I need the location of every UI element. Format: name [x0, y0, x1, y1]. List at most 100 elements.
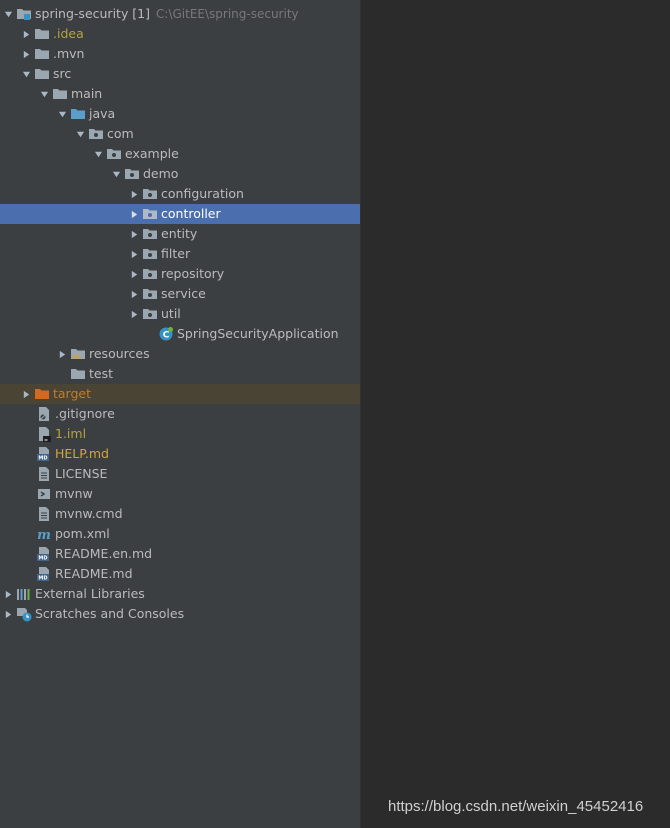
tree-row-example[interactable]: example — [0, 144, 360, 164]
chevron-right-icon[interactable] — [126, 284, 142, 304]
file-label: HELP.md — [55, 446, 109, 461]
tree-row-readme[interactable]: MD README.md — [0, 564, 360, 584]
package-icon — [106, 146, 122, 162]
chevron-right-icon[interactable] — [18, 44, 34, 64]
file-label: README.md — [55, 566, 133, 581]
tree-row-target[interactable]: target — [0, 384, 360, 404]
tree-row-help[interactable]: MD HELP.md — [0, 444, 360, 464]
chevron-down-icon[interactable] — [90, 144, 106, 164]
package-label: util — [161, 306, 181, 321]
tree-row-scratches[interactable]: Scratches and Consoles — [0, 604, 360, 624]
tree-row-controller[interactable]: controller — [0, 204, 360, 224]
tree-row-util[interactable]: util — [0, 304, 360, 324]
chevron-down-icon[interactable] — [54, 104, 70, 124]
chevron-down-icon[interactable] — [0, 4, 16, 24]
chevron-down-icon[interactable] — [72, 124, 88, 144]
chevron-right-icon[interactable] — [126, 304, 142, 324]
tree-row-app-class[interactable]: C SpringSecurityApplication — [0, 324, 360, 344]
tree-row-mvnw[interactable]: mvnw — [0, 484, 360, 504]
svg-text:MD: MD — [38, 576, 47, 582]
maven-icon: m — [36, 526, 52, 542]
folder-label: java — [89, 106, 116, 121]
tree-row-readme-en[interactable]: MD README.en.md — [0, 544, 360, 564]
tree-row-src[interactable]: src — [0, 64, 360, 84]
chevron-down-icon[interactable] — [36, 84, 52, 104]
package-icon — [142, 266, 158, 282]
text-file-icon — [36, 466, 52, 482]
tree-row-demo[interactable]: demo — [0, 164, 360, 184]
tree-row-gitignore[interactable]: .gitignore — [0, 404, 360, 424]
file-label: README.en.md — [55, 546, 153, 561]
chevron-right-icon[interactable] — [0, 604, 16, 624]
chevron-right-icon[interactable] — [18, 24, 34, 44]
package-icon — [142, 286, 158, 302]
tree-row-configuration[interactable]: configuration — [0, 184, 360, 204]
tree-row-pom[interactable]: m pom.xml — [0, 524, 360, 544]
module-folder-icon — [16, 6, 32, 22]
package-icon — [142, 206, 158, 222]
chevron-right-icon[interactable] — [18, 384, 34, 404]
folder-label: resources — [89, 346, 150, 361]
svg-text:C: C — [163, 331, 170, 341]
package-label: repository — [161, 266, 225, 281]
package-label: filter — [161, 246, 191, 261]
spring-boot-class-icon: C — [158, 326, 174, 342]
package-label: configuration — [161, 186, 244, 201]
library-icon — [16, 586, 32, 602]
chevron-right-icon[interactable] — [126, 244, 142, 264]
chevron-right-icon[interactable] — [126, 204, 142, 224]
file-label: mvnw.cmd — [55, 506, 123, 521]
chevron-right-icon[interactable] — [126, 224, 142, 244]
chevron-right-icon[interactable] — [126, 264, 142, 284]
markdown-file-icon: MD — [36, 446, 52, 462]
source-folder-icon — [70, 106, 86, 122]
folder-icon — [34, 46, 50, 62]
tree-row-iml[interactable]: 1.iml — [0, 424, 360, 444]
project-name: spring-security [1] — [35, 6, 151, 21]
tree-row-entity[interactable]: entity — [0, 224, 360, 244]
editor-area — [361, 0, 670, 828]
package-label: demo — [143, 166, 179, 181]
gitignore-file-icon — [36, 406, 52, 422]
file-label: 1.iml — [55, 426, 87, 441]
tree-row-external-libraries[interactable]: External Libraries — [0, 584, 360, 604]
tree-row-main[interactable]: main — [0, 84, 360, 104]
text-file-icon — [36, 506, 52, 522]
tree-row-mvnw-cmd[interactable]: mvnw.cmd — [0, 504, 360, 524]
package-label: example — [125, 146, 179, 161]
package-label: service — [161, 286, 206, 301]
folder-label: target — [53, 386, 92, 401]
chevron-right-icon[interactable] — [54, 344, 70, 364]
tree-row-mvn[interactable]: .mvn — [0, 44, 360, 64]
chevron-right-icon[interactable] — [126, 184, 142, 204]
chevron-down-icon[interactable] — [18, 64, 34, 84]
resources-folder-icon — [70, 346, 86, 362]
tree-label: Scratches and Consoles — [35, 606, 185, 621]
package-label: entity — [161, 226, 198, 241]
tree-row-service[interactable]: service — [0, 284, 360, 304]
tree-row-test[interactable]: test — [0, 364, 360, 384]
package-icon — [142, 246, 158, 262]
chevron-down-icon[interactable] — [108, 164, 124, 184]
scratches-icon — [16, 606, 32, 622]
tree-row-com[interactable]: com — [0, 124, 360, 144]
tree-row-java[interactable]: java — [0, 104, 360, 124]
package-icon — [88, 126, 104, 142]
tree-row-project-root[interactable]: spring-security [1] C:\GitEE\spring-secu… — [0, 4, 360, 24]
tree-row-idea[interactable]: .idea — [0, 24, 360, 44]
folder-icon — [34, 26, 50, 42]
folder-label: test — [89, 366, 114, 381]
file-label: pom.xml — [55, 526, 110, 541]
svg-text:MD: MD — [38, 456, 47, 462]
folder-icon — [34, 66, 50, 82]
tree-row-license[interactable]: LICENSE — [0, 464, 360, 484]
markdown-file-icon: MD — [36, 566, 52, 582]
tree-row-filter[interactable]: filter — [0, 244, 360, 264]
tree-row-repository[interactable]: repository — [0, 264, 360, 284]
chevron-right-icon[interactable] — [0, 584, 16, 604]
svg-text:MD: MD — [38, 556, 47, 562]
svg-text:m: m — [37, 528, 51, 542]
tree-label: External Libraries — [35, 586, 145, 601]
tree-row-resources[interactable]: resources — [0, 344, 360, 364]
